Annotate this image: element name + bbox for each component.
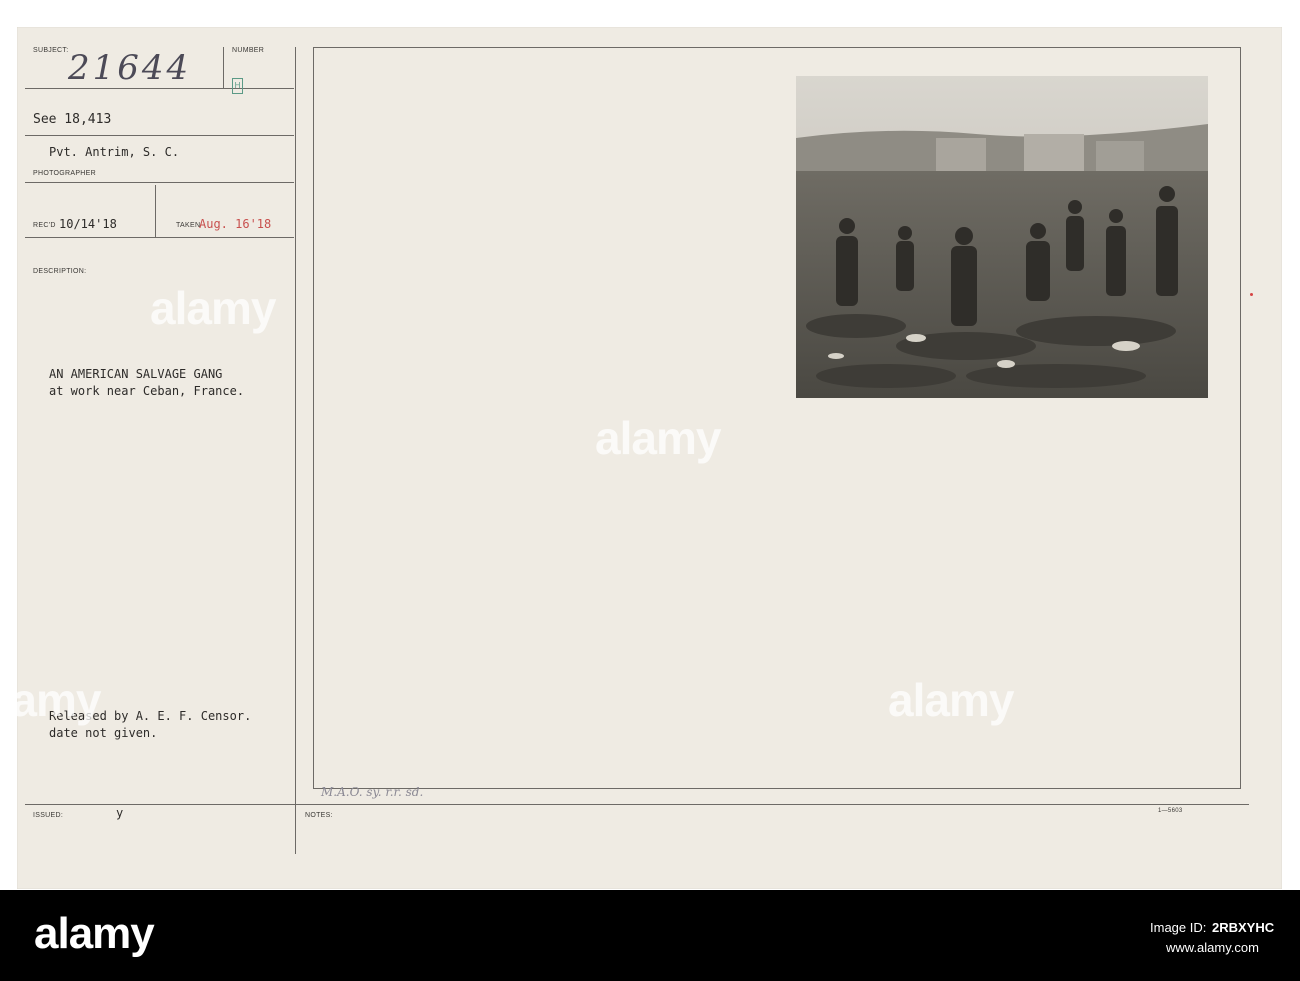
description-label: DESCRIPTION: [33,268,87,275]
handwritten-note: M.A.O. sy. r.r. sd. [321,785,424,799]
photographer-label: PHOTOGRAPHER [33,170,96,177]
rule-issued-notes [25,804,1249,805]
notes-label: NOTES: [305,812,333,819]
number-stamp: H [232,78,243,94]
watermark-4: alamy [0,674,101,726]
taken-date: Aug. 16'18 [199,217,272,231]
rule-see [25,135,294,136]
form-number: 1—5603 [1158,808,1183,814]
description-line-2: at work near Ceban, France. [49,384,245,398]
release-line-2: date not given. [49,726,158,740]
rule-recd-taken-divider [155,185,156,237]
image-id-label: Image ID: [1150,920,1207,935]
see-reference: See 18,413 [33,112,112,127]
site-url: www.alamy.com [1166,940,1259,955]
description-line-1: AN AMERICAN SALVAGE GANG [49,367,223,381]
issued-value: y [116,806,124,820]
recd-date: 10/14'18 [59,217,117,231]
recd-label: REC'D [33,222,56,229]
watermark-2: alamy [595,412,721,464]
watermark-1: alamy [150,282,276,334]
rule-subject [25,88,294,89]
photographer-name: Pvt. Antrim, S. C. [49,145,180,159]
rule-dates [25,237,294,238]
rule-photographer [25,182,294,183]
rule-column-divider [295,47,296,854]
watermark-3: alamy [888,674,1014,726]
footer-bar [0,890,1300,981]
salvage-gang-photograph [796,76,1208,398]
alamy-logo: alamy [34,909,155,958]
subject-number-handwritten: 21644 [68,48,192,88]
number-label: NUMBER [232,47,265,54]
taken-label: TAKEN [176,222,201,229]
photo-scene [796,76,1208,398]
subject-label: SUBJECT: [33,47,69,54]
issued-label: ISSUED: [33,812,64,819]
image-id: 2RBXYHC [1212,920,1275,935]
red-mark [1250,293,1253,296]
rule-number-divider [223,47,224,88]
